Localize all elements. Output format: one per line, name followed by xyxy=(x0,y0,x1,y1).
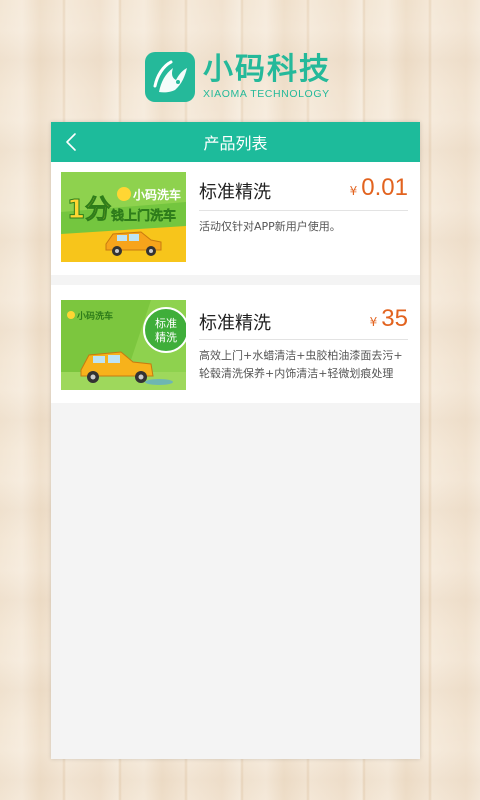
currency-symbol: ¥ xyxy=(369,315,378,329)
product-price: ¥ 35 xyxy=(370,305,408,333)
svg-text:钱上门洗车: 钱上门洗车 xyxy=(111,208,176,224)
product-item[interactable]: 小码洗车 标准 精洗 标准精洗 ¥ 35 高效上门+水蜡清洁+虫胶柏油漆面去污+ xyxy=(51,285,420,403)
page-title: 产品列表 xyxy=(203,134,268,153)
brand-subtitle: XIAOMA TECHNOLOGY xyxy=(203,88,330,100)
svg-text:标准: 标准 xyxy=(155,316,177,330)
divider xyxy=(199,339,408,340)
svg-text:小码洗车: 小码洗车 xyxy=(133,187,181,202)
product-description: 高效上门+水蜡清洁+虫胶柏油漆面去污+ 轮毂清洗保养+内饰清洁+轻微划痕处理 xyxy=(199,347,408,383)
product-description: 活动仅针对APP新用户使用。 xyxy=(199,220,341,233)
product-name: 标准精洗 xyxy=(199,182,271,203)
product-price: ¥ 0.01 xyxy=(350,174,408,202)
currency-symbol: ¥ xyxy=(349,184,358,198)
description-line: 轮毂清洗保养+内饰清洁+轻微划痕处理 xyxy=(199,367,394,380)
price-amount: 35 xyxy=(381,305,408,332)
description-line: 高效上门+水蜡清洁+虫胶柏油漆面去污+ xyxy=(199,349,403,362)
brand-logo-icon xyxy=(145,52,195,102)
divider xyxy=(199,210,408,211)
product-item[interactable]: 1分 小码洗车 钱上门洗车 标准精洗 ¥ 0.01 活动仅针对APP新用户使用。 xyxy=(51,162,420,275)
product-name: 标准精洗 xyxy=(199,313,271,334)
svg-text:精洗: 精洗 xyxy=(155,331,177,344)
back-button[interactable] xyxy=(59,130,83,154)
price-amount: 0.01 xyxy=(361,174,408,201)
brand-header: 小码科技 XIAOMA TECHNOLOGY xyxy=(145,50,345,104)
product-list-panel: 产品列表 1分 小码洗车 钱上门洗车 标准精洗 ¥ 0.01 活动仅针对APP新… xyxy=(51,122,420,759)
product-image-promo: 1分 小码洗车 钱上门洗车 xyxy=(61,172,186,262)
chevron-left-icon xyxy=(66,133,76,151)
title-bar: 产品列表 xyxy=(51,122,420,162)
brand-name: 小码科技 xyxy=(203,52,331,87)
svg-text:1分: 1分 xyxy=(67,195,111,225)
product-image-standard-wash: 小码洗车 标准 精洗 xyxy=(61,300,186,390)
svg-text:小码洗车: 小码洗车 xyxy=(76,310,113,322)
